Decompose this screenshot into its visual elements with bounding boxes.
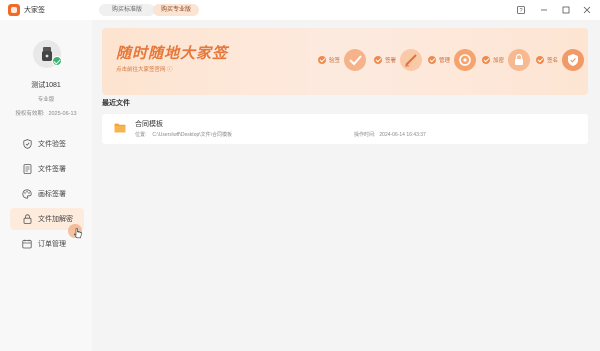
feature-verify: 验签 — [318, 48, 367, 72]
promo-banner[interactable]: 随时随地大家签 点击前往大家签官网 ⓘ 验签 签署 管理 加密 签名 — [102, 28, 588, 95]
verify-illustration-icon — [344, 49, 367, 71]
check-icon — [318, 56, 326, 64]
sidebar-item-verify[interactable]: 文件验签 — [10, 133, 84, 155]
feature-signature: 签名 — [536, 48, 585, 72]
lock-icon — [22, 214, 32, 224]
license-expiry-label: 授权有效期: — [15, 111, 45, 117]
sidebar-item-label: 订单管理 — [38, 241, 66, 248]
feature-sign: 签署 — [374, 48, 423, 72]
file-location: 位置: C:\Users\wff\Desktop\文件\合同模板 — [135, 131, 232, 138]
maximize-icon[interactable] — [559, 3, 573, 17]
file-time-value: 2024-06-14 16:43:37 — [379, 132, 426, 138]
sidebar-item-draw-sign[interactable]: 画标签署 — [10, 183, 84, 205]
feature-manage: 管理 — [428, 48, 477, 72]
buy-standard-button[interactable]: 购买标准版 — [99, 4, 155, 16]
file-location-value: C:\Users\wff\Desktop\文件\合同模板 — [152, 132, 233, 138]
feature-label: 验签 — [329, 58, 341, 64]
app-logo-icon — [8, 4, 20, 16]
help-icon[interactable]: ? — [514, 3, 528, 17]
shield-icon — [22, 139, 32, 149]
file-time: 操作时间: 2024-06-14 16:43:37 — [354, 131, 426, 138]
sidebar-item-sign[interactable]: 文件签署 — [10, 158, 84, 180]
sidebar: 测试1081 专业版 授权有效期: 2025-06-13 文件验签 文件签署 画标… — [0, 20, 92, 351]
feature-label: 管理 — [439, 58, 451, 64]
feature-label: 签名 — [547, 58, 559, 64]
check-icon — [536, 56, 544, 64]
sign-illustration-icon — [400, 49, 423, 71]
title-bar: 大家签 购买标准版 购买专业版 ? — [0, 0, 600, 20]
minimize-icon[interactable] — [537, 3, 551, 17]
main-content: 随时随地大家签 点击前往大家签官网 ⓘ 验签 签署 管理 加密 签名 最近文件 … — [92, 20, 600, 351]
feature-encrypt: 加密 — [482, 48, 531, 72]
verified-badge-icon — [52, 56, 62, 66]
buy-pro-button[interactable]: 购买专业版 — [153, 4, 199, 16]
cursor-icon — [74, 228, 82, 239]
document-sign-icon — [22, 164, 32, 174]
manage-illustration-icon — [454, 49, 477, 71]
banner-link[interactable]: 点击前往大家签官网 ⓘ — [116, 65, 173, 73]
file-location-label: 位置: — [135, 132, 147, 138]
check-icon — [374, 56, 382, 64]
order-icon — [22, 239, 32, 249]
feature-label: 签署 — [385, 58, 397, 64]
check-icon — [482, 56, 490, 64]
encrypt-illustration-icon — [508, 49, 531, 71]
app-name: 大家签 — [24, 7, 45, 14]
check-icon — [428, 56, 436, 64]
banner-title: 随时随地大家签 — [116, 45, 229, 62]
user-name: 测试1081 — [31, 82, 61, 89]
feature-label: 加密 — [493, 58, 505, 64]
user-plan: 专业版 — [37, 97, 55, 103]
sidebar-item-label: 文件加解密 — [38, 216, 73, 223]
close-icon[interactable] — [580, 3, 594, 17]
folder-icon — [114, 123, 126, 133]
license-expiry: 授权有效期: 2025-06-13 — [0, 109, 92, 117]
sidebar-item-label: 文件验签 — [38, 141, 66, 148]
file-time-label: 操作时间: — [354, 132, 376, 138]
signature-illustration-icon — [562, 49, 585, 71]
sidebar-item-label: 画标签署 — [38, 191, 66, 198]
svg-text:?: ? — [519, 8, 522, 14]
recent-file-item[interactable]: 合同模板 位置: C:\Users\wff\Desktop\文件\合同模板 操作时… — [102, 114, 588, 144]
license-expiry-date: 2025-06-13 — [48, 111, 77, 117]
recent-files-title: 最近文件 — [102, 100, 130, 107]
palette-icon — [22, 189, 32, 199]
file-name: 合同模板 — [135, 121, 163, 128]
sidebar-item-label: 文件签署 — [38, 166, 66, 173]
